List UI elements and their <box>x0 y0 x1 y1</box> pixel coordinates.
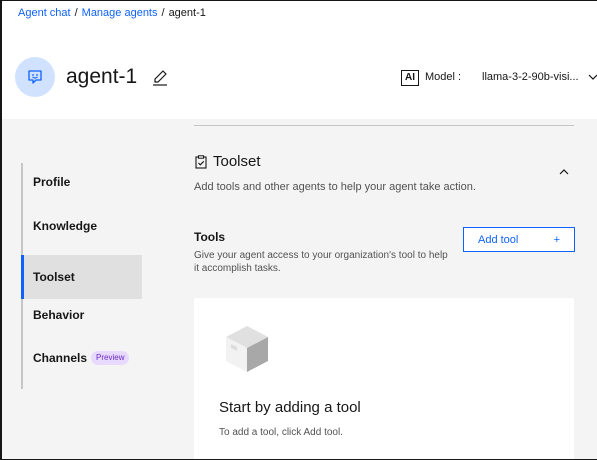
toolset-description: Add tools and other agents to help your … <box>194 181 476 193</box>
sidenav-item-label: Profile <box>33 175 71 189</box>
section-divider <box>194 125 574 126</box>
edit-icon[interactable] <box>152 69 168 87</box>
breadcrumb-agent-chat[interactable]: Agent chat <box>18 7 71 19</box>
sidenav-item-knowledge[interactable]: Knowledge <box>23 204 142 248</box>
breadcrumb: Agent chat / Manage agents / agent-1 <box>18 7 206 19</box>
sidenav-item-label: Behavior <box>33 308 85 322</box>
model-select[interactable]: llama-3-2-90b-visi... <box>482 71 579 83</box>
toolset-icon <box>195 155 207 169</box>
preview-tag: Preview <box>91 351 130 365</box>
ai-badge: AI <box>401 70 419 86</box>
add-icon: + <box>553 233 560 246</box>
tools-heading: Tools <box>194 230 226 244</box>
empty-state-description: To add a tool, click Add tool. <box>219 427 343 438</box>
sidenav-item-label: Channels <box>33 351 88 365</box>
breadcrumb-separator: / <box>161 7 165 19</box>
breadcrumb-manage-agents[interactable]: Manage agents <box>82 7 158 19</box>
add-tool-label: Add tool <box>478 233 519 246</box>
tools-description: Give your agent access to your organizat… <box>194 250 448 274</box>
empty-state-title: Start by adding a tool <box>219 399 361 416</box>
sidenav-item-channels[interactable]: Channels Preview <box>23 336 142 380</box>
agent-avatar <box>15 57 55 97</box>
chat-bot-icon <box>28 70 42 84</box>
add-tool-button[interactable]: Add tool + <box>463 227 575 252</box>
app-frame: Agent chat / Manage agents / agent-1 agent-1… <box>0 0 597 460</box>
sidenav-item-profile[interactable]: Profile <box>23 160 142 204</box>
breadcrumb-separator: / <box>74 7 78 19</box>
page-title: agent-1 <box>66 65 138 88</box>
chevron-down-icon[interactable] <box>587 71 597 83</box>
chevron-up-icon[interactable] <box>558 166 570 178</box>
sidenav-item-label: Knowledge <box>33 219 98 233</box>
cube-icon <box>226 326 268 372</box>
toolset-title: Toolset <box>213 153 261 170</box>
page-header: Agent chat / Manage agents / agent-1 agent-1… <box>2 1 597 119</box>
breadcrumb-current: agent-1 <box>168 7 206 19</box>
sidenav-item-behavior[interactable]: Behavior <box>23 293 142 337</box>
model-label: Model : <box>425 71 462 83</box>
sidenav-item-label: Toolset <box>33 270 75 284</box>
